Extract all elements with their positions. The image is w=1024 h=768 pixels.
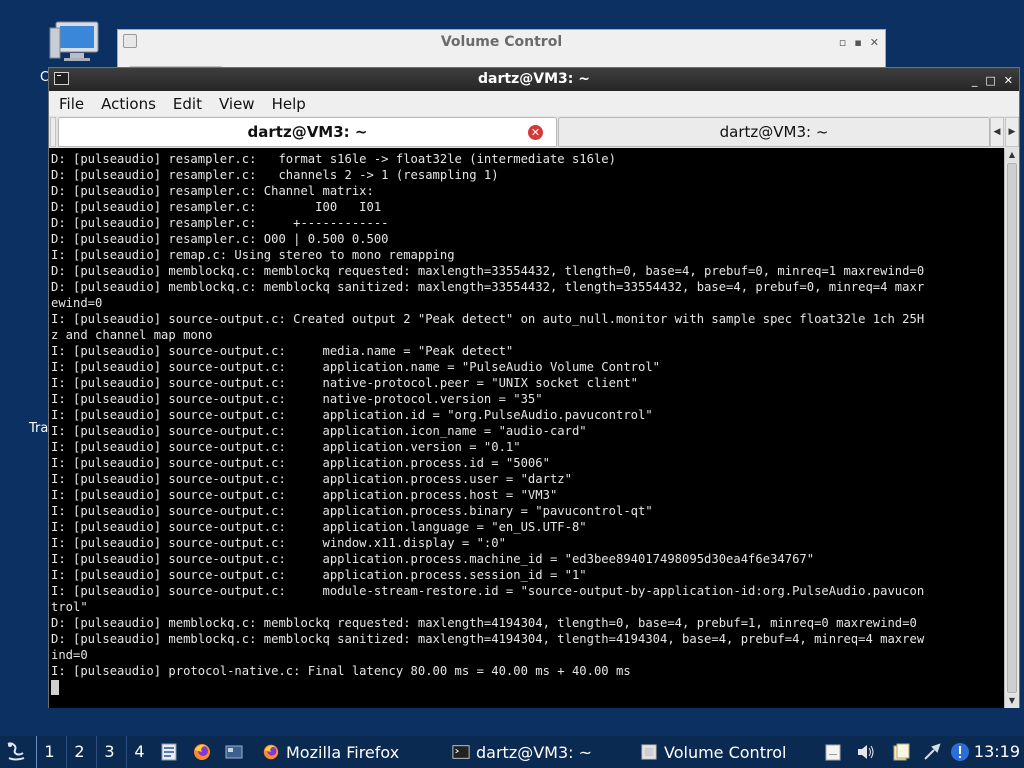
desktop-launcher-icon[interactable]: [224, 742, 244, 762]
taskbar-terminal[interactable]: dartz@VM3: ~: [452, 738, 592, 766]
maximize-button[interactable]: ▪: [854, 36, 861, 49]
menu-view[interactable]: View: [209, 95, 262, 113]
scroll-down-icon[interactable]: ▼: [1005, 694, 1019, 708]
terminal-line: I: [pulseaudio] remap.c: Using stereo to…: [51, 248, 455, 262]
terminal-line: I: [pulseaudio] source-output.c: applica…: [51, 504, 653, 518]
tab-edge: [50, 117, 56, 147]
scrollbar-thumb[interactable]: [1007, 163, 1017, 693]
trash-desktop-label: Tra: [29, 421, 49, 436]
volume-control-title: Volume Control: [440, 34, 563, 50]
terminal-line: I: [pulseaudio] source-output.c: native-…: [51, 376, 638, 390]
tab-scroll-right-icon[interactable]: ▶: [1005, 117, 1019, 147]
terminal-line: I: [pulseaudio] source-output.c: window.…: [51, 536, 506, 550]
close-button[interactable]: ✕: [1004, 74, 1013, 87]
notes-tray-icon[interactable]: [891, 742, 911, 762]
taskbar: 1 2 3 4 Mozilla Firefox dartz@VM3: ~ Vol…: [0, 736, 1024, 768]
menu-actions[interactable]: Actions: [91, 95, 163, 113]
terminal-line: D: [pulseaudio] resampler.c: channels 2 …: [51, 168, 499, 182]
terminal-icon: [452, 745, 470, 759]
firefox-icon: [263, 744, 279, 760]
menu-file[interactable]: File: [49, 95, 91, 113]
firefox-launcher-icon[interactable]: [192, 742, 212, 762]
terminal-line: I: [pulseaudio] source-output.c: applica…: [51, 424, 587, 438]
taskbar-task-label: dartz@VM3: ~: [476, 742, 593, 762]
menu-edit[interactable]: Edit: [163, 95, 209, 113]
terminal-line: D: [pulseaudio] resampler.c: O00 | 0.500…: [51, 232, 389, 246]
terminal-line: I: [pulseaudio] source-output.c: applica…: [51, 360, 661, 374]
workspace-3[interactable]: 3: [96, 736, 122, 768]
file-manager-icon[interactable]: [159, 742, 179, 762]
terminal-line: I: [pulseaudio] protocol-native.c: Final…: [51, 664, 631, 678]
volume-tray-icon[interactable]: [856, 742, 876, 762]
workspace-4[interactable]: 4: [126, 736, 152, 768]
terminal-line: I: [pulseaudio] source-output.c: applica…: [51, 520, 587, 534]
taskbar-volume-control[interactable]: Volume Control: [640, 738, 786, 766]
minimize-button[interactable]: ▫: [839, 36, 846, 49]
computer-desktop-icon[interactable]: [48, 20, 102, 64]
terminal-line: trol": [51, 600, 88, 614]
tab-scroll-left-icon[interactable]: ◀: [990, 117, 1004, 147]
tab-label: dartz@VM3: ~: [719, 123, 829, 141]
terminal-output[interactable]: D: [pulseaudio] resampler.c: format s16l…: [49, 148, 1005, 708]
workspace-2[interactable]: 2: [66, 736, 92, 768]
terminal-line: I: [pulseaudio] source-output.c: applica…: [51, 408, 653, 422]
tab-close-icon[interactable]: ✕: [528, 125, 543, 140]
vertical-scrollbar[interactable]: ▲ ▼: [1004, 148, 1019, 708]
terminal-line: ind=0: [51, 648, 88, 662]
terminal-line: D: [pulseaudio] memblockq.c: memblockq r…: [51, 264, 925, 278]
terminal-line: I: [pulseaudio] source-output.c: applica…: [51, 568, 587, 582]
terminal-line: D: [pulseaudio] memblockq.c: memblockq s…: [51, 632, 925, 646]
terminal-line: D: [pulseaudio] memblockq.c: memblockq s…: [51, 280, 925, 294]
terminal-window[interactable]: dartz@VM3: ~ _ □ ✕ File Actions Edit Vie…: [48, 67, 1020, 708]
terminal-line: I: [pulseaudio] source-output.c: native-…: [51, 392, 543, 406]
terminal-line: I: [pulseaudio] source-output.c: module-…: [51, 584, 925, 598]
tab-terminal-1[interactable]: dartz@VM3: ~ ✕: [58, 117, 557, 147]
clipboard-tray-icon[interactable]: [823, 742, 843, 762]
terminal-line: I: [pulseaudio] source-output.c: media.n…: [51, 344, 514, 358]
terminal-line: I: [pulseaudio] source-output.c: applica…: [51, 456, 550, 470]
window-title: dartz@VM3: ~: [478, 71, 590, 87]
volume-control-icon: [641, 744, 657, 760]
terminal-line: D: [pulseaudio] memblockq.c: memblockq r…: [51, 616, 917, 630]
menu-help[interactable]: Help: [262, 95, 313, 113]
tab-label: dartz@VM3: ~: [247, 123, 368, 141]
terminal-line: D: [pulseaudio] resampler.c: +----------…: [51, 216, 389, 230]
taskbar-firefox[interactable]: Mozilla Firefox: [262, 738, 399, 766]
menu-bar: File Actions Edit View Help: [49, 91, 1019, 116]
minimize-button[interactable]: _: [972, 74, 978, 87]
tab-bar: dartz@VM3: ~ ✕ dartz@VM3: ~ ◀ ▶: [49, 116, 1019, 148]
taskbar-task-label: Volume Control: [664, 742, 787, 762]
updates-tray-icon[interactable]: [950, 742, 970, 762]
terminal-line: ewind=0: [51, 296, 103, 310]
terminal-line: D: [pulseaudio] resampler.c: format s16l…: [51, 152, 616, 166]
terminal-titlebar[interactable]: dartz@VM3: ~ _ □ ✕: [49, 68, 1019, 91]
close-button[interactable]: ✕: [870, 36, 879, 49]
terminal-line: I: [pulseaudio] source-output.c: Created…: [51, 312, 925, 326]
terminal-line: I: [pulseaudio] source-output.c: applica…: [51, 472, 572, 486]
taskbar-task-label: Mozilla Firefox: [286, 742, 400, 762]
terminal-line: D: [pulseaudio] resampler.c: Channel mat…: [51, 184, 374, 198]
start-menu-icon[interactable]: [3, 740, 29, 764]
scroll-up-icon[interactable]: ▲: [1005, 148, 1019, 162]
terminal-line: z and channel map mono: [51, 328, 213, 342]
clock[interactable]: 13:19: [974, 736, 1020, 768]
terminal-line: I: [pulseaudio] source-output.c: applica…: [51, 552, 815, 566]
text-cursor: [51, 680, 59, 695]
terminal-line: I: [pulseaudio] source-output.c: applica…: [51, 440, 521, 454]
terminal-line: I: [pulseaudio] source-output.c: applica…: [51, 488, 558, 502]
network-tray-icon[interactable]: [922, 742, 942, 762]
workspace-1[interactable]: 1: [36, 736, 62, 768]
tab-terminal-2[interactable]: dartz@VM3: ~: [558, 117, 990, 147]
terminal-line: D: [pulseaudio] resampler.c: I00 I01: [51, 200, 382, 214]
maximize-button[interactable]: □: [985, 74, 995, 87]
